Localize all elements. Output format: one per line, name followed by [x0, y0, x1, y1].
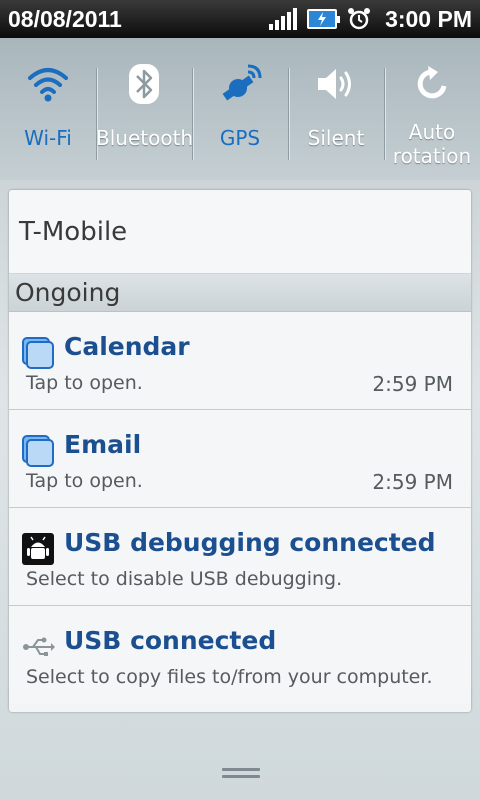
app-window-icon — [22, 337, 54, 369]
ongoing-header: Ongoing — [9, 274, 471, 312]
notification-time: 2:59 PM — [372, 372, 453, 396]
notification-subtitle: Select to copy files to/from your comput… — [26, 666, 433, 688]
battery-charging-icon — [307, 9, 341, 29]
silent-label: Silent — [307, 126, 365, 150]
notification-title: Email — [64, 430, 142, 459]
notification-time: 2:59 PM — [372, 470, 453, 494]
alarm-icon — [348, 8, 371, 30]
auto-rotation-toggle[interactable]: Auto rotation — [384, 38, 480, 180]
wifi-icon — [28, 68, 68, 102]
usb-icon — [23, 637, 55, 656]
gps-label: GPS — [219, 126, 261, 150]
notification-panel: T-Mobile Ongoing Calendar Tap to open. 2… — [9, 190, 471, 712]
drag-handle[interactable] — [222, 768, 260, 780]
silent-toggle[interactable]: Silent — [288, 38, 384, 180]
auto-rotation-label: Auto rotation — [384, 120, 480, 168]
status-time: 3:00 PM — [385, 5, 472, 32]
wifi-label: Wi-Fi — [24, 126, 72, 150]
notification-subtitle: Tap to open. — [26, 470, 143, 492]
wifi-toggle[interactable]: Wi-Fi — [0, 38, 96, 180]
bluetooth-icon — [129, 64, 159, 104]
bluetooth-label: Bluetooth — [96, 126, 194, 150]
speaker-icon — [318, 69, 351, 99]
notification-email[interactable]: Email Tap to open. 2:59 PM — [9, 410, 471, 508]
gps-toggle[interactable]: GPS — [192, 38, 288, 180]
notification-title: USB connected — [64, 626, 277, 655]
status-bar: 08/08/2011 3:00 PM — [0, 0, 480, 38]
carrier-label: T-Mobile — [9, 190, 471, 274]
auto-rotation-label-line1: Auto — [408, 120, 456, 144]
status-icons: 3:00 PM — [269, 6, 472, 33]
notification-calendar[interactable]: Calendar Tap to open. 2:59 PM — [9, 312, 471, 410]
notification-title: Calendar — [64, 332, 190, 361]
notification-title: USB debugging connected — [64, 528, 436, 557]
quick-settings-bar: Wi-Fi Bluetooth GPS Silent Auto rotation — [0, 38, 480, 180]
status-date: 08/08/2011 — [8, 5, 122, 32]
rotation-icon — [417, 66, 447, 99]
notification-subtitle: Select to disable USB debugging. — [26, 568, 343, 590]
app-window-icon — [22, 435, 54, 467]
android-debug-icon — [22, 533, 54, 565]
notification-usb-debugging[interactable]: USB debugging connected Select to disabl… — [9, 508, 471, 606]
notification-usb-connected[interactable]: USB connected Select to copy files to/fr… — [9, 606, 471, 704]
signal-icon — [269, 8, 298, 30]
auto-rotation-label-line2: rotation — [392, 144, 472, 168]
gps-icon — [222, 64, 262, 101]
notification-subtitle: Tap to open. — [26, 372, 143, 394]
bluetooth-toggle[interactable]: Bluetooth — [96, 38, 194, 180]
